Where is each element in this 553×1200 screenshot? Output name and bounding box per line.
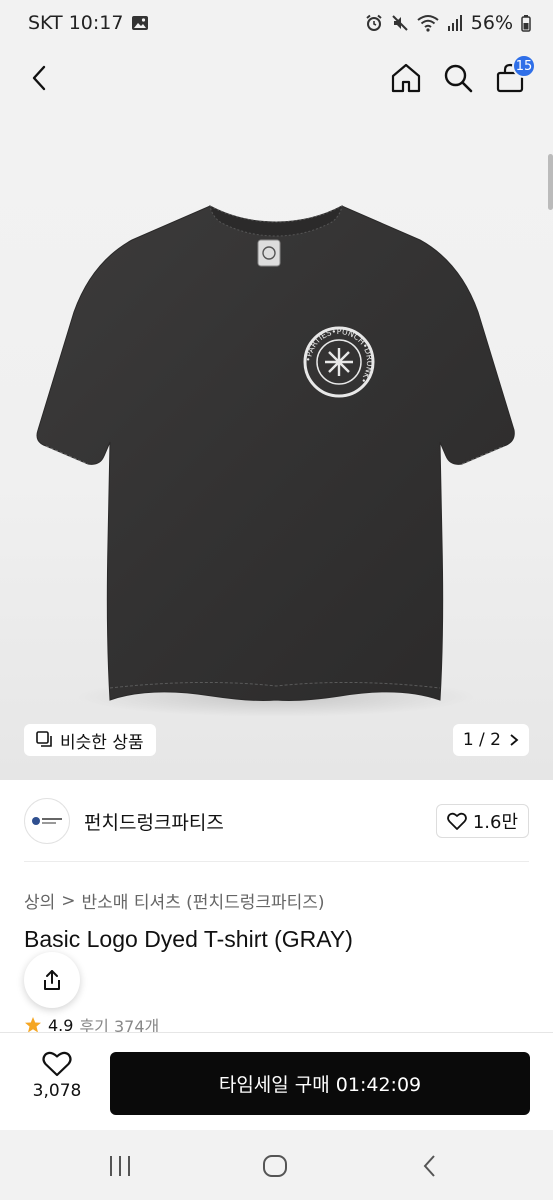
- heart-icon: [446, 812, 467, 830]
- image-pager[interactable]: 1 / 2: [452, 724, 529, 756]
- signal-icon: [447, 14, 463, 32]
- breadcrumb-separator: >: [61, 890, 76, 911]
- similar-products-label: 비슷한 상품: [60, 732, 144, 753]
- brand-like-count: 1.6만: [472, 812, 518, 833]
- home-button[interactable]: [388, 60, 424, 96]
- recent-apps-icon: [110, 1156, 130, 1176]
- product-info: 펀치드렁크파티즈 1.6만 상의 > 반소매 티셔츠 (펀치드렁크파티즈) Ba…: [0, 780, 553, 1034]
- share-button[interactable]: [24, 952, 80, 1008]
- product-image-carousel[interactable]: •PARTIES•PUNCH•DRUNK• 비슷한 상품 1 / 2: [0, 112, 553, 780]
- product-title: Basic Logo Dyed T-shirt (GRAY): [24, 926, 353, 952]
- divider: [24, 861, 529, 862]
- copy-icon: [36, 731, 52, 747]
- breadcrumb-subcategory[interactable]: 반소매 티셔츠 (펀치드렁크파티즈): [82, 888, 325, 913]
- chevron-right-icon: [510, 734, 519, 746]
- brand-logo[interactable]: [24, 798, 70, 844]
- home-circle-icon: [263, 1155, 287, 1177]
- similar-products-button[interactable]: 비슷한 상품: [24, 724, 156, 756]
- chevron-left-icon: [32, 65, 46, 91]
- app-header: 15: [0, 46, 553, 112]
- back-nav-button[interactable]: [410, 1150, 450, 1182]
- wifi-icon: [417, 14, 439, 32]
- home-nav-button[interactable]: [255, 1150, 295, 1182]
- status-bar: SKT 10:17 56%: [0, 0, 553, 46]
- timesale-buy-button[interactable]: 타임세일 구매 01:42:09: [110, 1052, 530, 1115]
- image-pager-label: 1 / 2: [462, 730, 501, 750]
- heart-icon: [42, 1051, 72, 1077]
- cart-count-badge: 15: [512, 54, 536, 78]
- tshirt-image: •PARTIES•PUNCH•DRUNK•: [36, 205, 515, 717]
- battery-percent: 56%: [470, 12, 513, 34]
- gallery-icon: [131, 14, 149, 32]
- alarm-icon: [365, 14, 383, 32]
- brand-like-button[interactable]: 1.6만: [435, 804, 529, 838]
- back-button[interactable]: [22, 60, 58, 96]
- carrier-time: SKT 10:17: [28, 12, 124, 34]
- share-icon: [44, 970, 60, 990]
- home-icon: [391, 63, 421, 93]
- breadcrumb: 상의 > 반소매 티셔츠 (펀치드렁크파티즈): [24, 888, 325, 914]
- brand-row[interactable]: 펀치드렁크파티즈 1.6만: [24, 796, 529, 846]
- search-button[interactable]: [440, 60, 476, 96]
- back-chevron-icon: [423, 1155, 435, 1177]
- breadcrumb-category[interactable]: 상의: [24, 888, 55, 913]
- battery-icon: [521, 14, 531, 32]
- mute-icon: [391, 14, 409, 32]
- cart-button[interactable]: 15: [492, 54, 536, 96]
- wishlist-count: 3,078: [32, 1081, 82, 1101]
- brand-name[interactable]: 펀치드렁크파티즈: [84, 808, 224, 835]
- bottom-action-bar: 3,078 타임세일 구매 01:42:09: [0, 1032, 553, 1130]
- wishlist-button[interactable]: 3,078: [24, 1051, 90, 1117]
- search-icon: [444, 64, 473, 93]
- recent-apps-button[interactable]: [100, 1150, 140, 1182]
- system-nav-bar: [0, 1130, 553, 1200]
